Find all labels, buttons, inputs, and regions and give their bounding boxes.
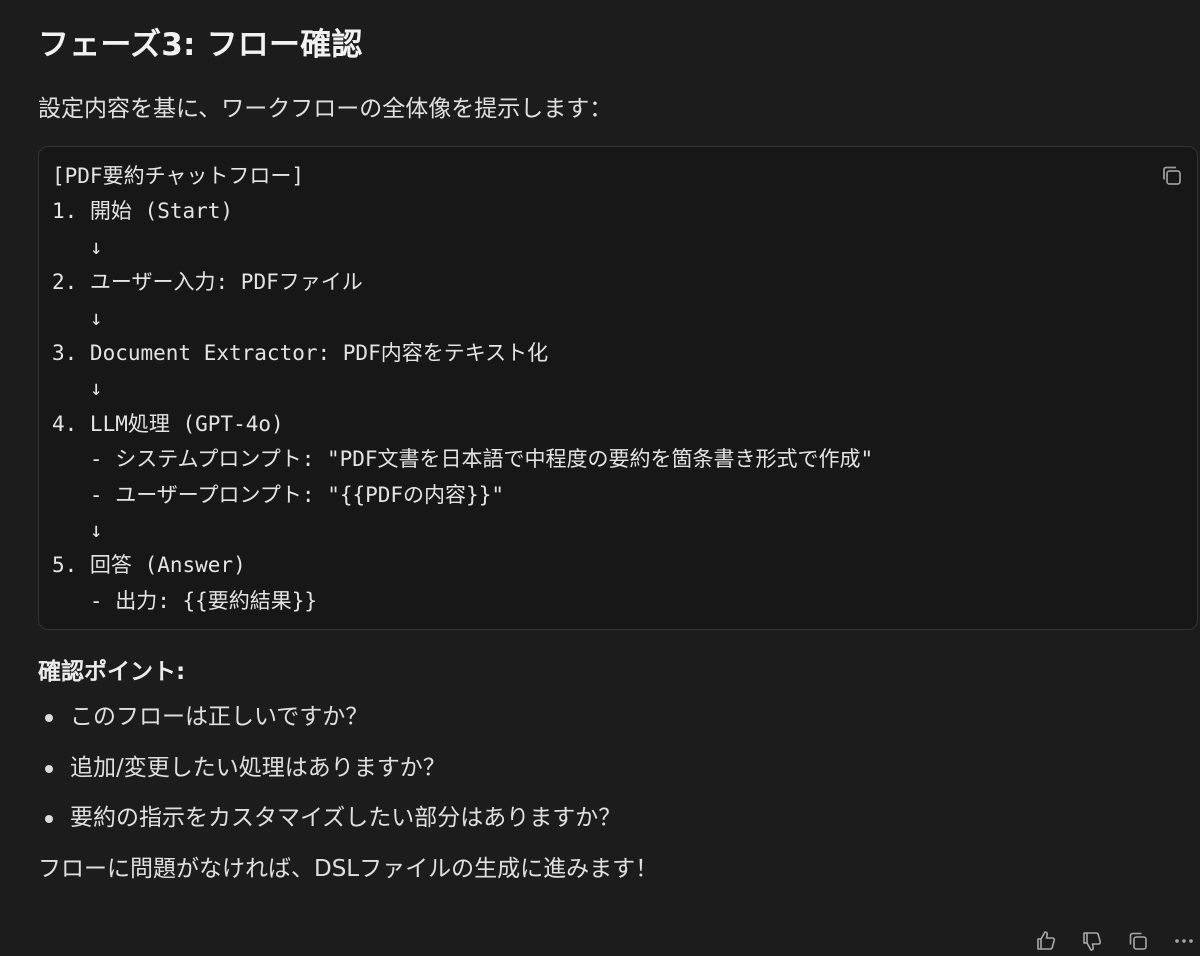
code-line: ↓ [52,234,103,259]
more-options-button[interactable] [1172,929,1196,953]
code-line: ↓ [52,305,103,330]
message-actions [1012,926,1200,956]
list-item: このフローは正しいですか？ [38,700,1200,734]
bullet-dot [45,815,53,823]
copy-icon [1129,932,1147,950]
confirm-points-list: このフローは正しいですか？ 追加/変更したい処理はありますか？ 要約の指示をカス… [38,700,1200,835]
copy-message-button[interactable] [1126,929,1150,953]
code-line: 5. 回答 (Answer) [52,553,246,578]
code-line: - システムプロンプト: "PDF文書を日本語で中程度の要約を箇条書き形式で作成… [52,447,874,472]
code-line: - ユーザープロンプト: "{{PDFの内容}}" [52,482,504,507]
list-item-text: 追加/変更したい処理はありますか？ [70,754,446,781]
list-item-text: このフローは正しいですか？ [70,704,369,730]
list-item-text: 要約の指示をカスタマイズしたい部分はありますか？ [70,805,622,831]
code-line: ↓ [52,376,103,401]
thumbs-down-icon [1083,932,1102,951]
copy-icon [1163,166,1181,185]
code-line: 2. ユーザー入力: PDFファイル [52,270,363,295]
code-line: ↓ [52,517,103,542]
thumbs-up-button[interactable] [1034,929,1058,953]
bullet-dot [45,714,53,722]
bullet-dot [45,764,53,773]
code-line: 1. 開始 (Start) [52,199,234,224]
code-line: [PDF要約チャットフロー] [52,164,305,188]
thumbs-down-button[interactable] [1080,929,1104,953]
copy-code-button[interactable] [1159,163,1185,189]
assistant-message: フェーズ3: フロー確認 設定内容を基に、ワークフローの全体像を提示します： [… [38,22,1200,886]
thumbs-up-icon [1037,931,1056,950]
more-icon [1175,939,1193,943]
intro-text: 設定内容を基に、ワークフローの全体像を提示します： [38,96,613,122]
section-heading: フェーズ3: フロー確認 [38,27,363,63]
code-line: 4. LLM処理 (GPT-4o) [52,411,284,436]
code-block: [PDF要約チャットフロー] 1. 開始 (Start) ↓ 2. ユーザー入力… [38,146,1198,630]
closing-text: フローに問題がなければ、DSLファイルの生成に進みます！ [38,855,659,882]
list-item: 追加/変更したい処理はありますか？ [38,751,1200,785]
code-line: - 出力: {{要約結果}} [52,588,318,613]
list-item: 要約の指示をカスタマイズしたい部分はありますか？ [38,801,1200,835]
confirm-points-heading: 確認ポイント: [38,659,186,685]
code-line: 3. Document Extractor: PDF内容をテキスト化 [52,340,549,365]
